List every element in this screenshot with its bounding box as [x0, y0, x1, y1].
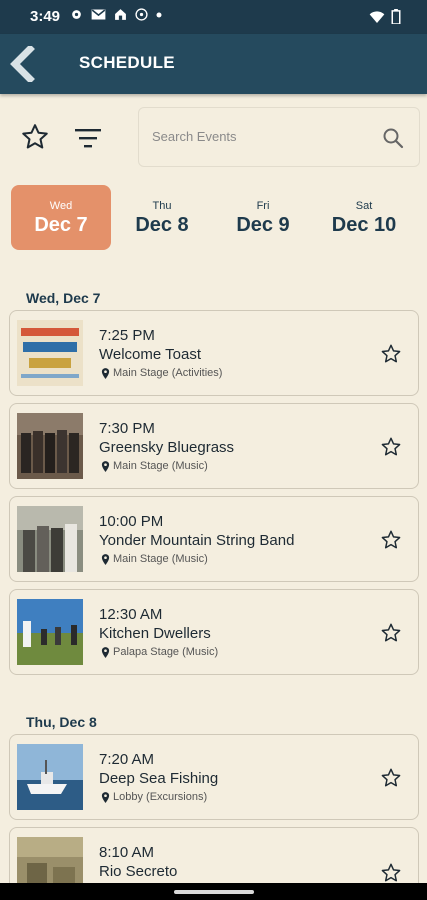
event-thumbnail — [17, 744, 83, 810]
event-thumbnail — [17, 413, 83, 479]
location-pin-icon — [101, 646, 110, 658]
day-tab-weekday: Wed — [49, 200, 73, 212]
star-outline-icon — [22, 124, 48, 149]
day-tab-dec-9[interactable]: Fri Dec 9 — [213, 185, 313, 250]
dot-status-icon — [156, 12, 162, 17]
day-tab-dec-10[interactable]: Sat Dec 10 — [314, 185, 414, 250]
event-thumbnail — [17, 506, 83, 572]
back-arrow-icon — [10, 44, 35, 84]
battery-icon — [391, 9, 401, 24]
event-name: Welcome Toast — [99, 346, 201, 363]
location-pin-icon — [101, 460, 110, 472]
event-time: 10:00 PM — [99, 513, 164, 530]
search-field[interactable]: Search Events — [138, 107, 420, 167]
event-thumbnail — [17, 599, 83, 665]
event-location-text: Lobby (Excursions) — [113, 791, 208, 803]
status-bar: 3:49 — [0, 0, 427, 34]
day-tab-date: Dec 8 — [135, 214, 189, 236]
event-name: Rio Secreto — [99, 863, 178, 880]
back-button[interactable] — [10, 44, 44, 84]
settings-status-icon — [72, 10, 81, 19]
star-outline-icon[interactable] — [380, 436, 402, 458]
event-location: Main Stage (Activities) — [101, 367, 222, 379]
event-name: Yonder Mountain String Band — [99, 532, 295, 549]
day-tab-date: Dec 10 — [331, 214, 397, 236]
search-placeholder: Search Events — [152, 129, 237, 144]
page-title: SCHEDULE — [79, 53, 175, 72]
star-outline-icon[interactable] — [380, 862, 402, 884]
home-gesture-handle[interactable] — [174, 890, 254, 894]
event-location: Main Stage (Music) — [101, 460, 208, 472]
event-card[interactable]: 7:30 PM Greensky Bluegrass Main Stage (M… — [9, 403, 419, 489]
system-navigation-bar — [0, 883, 427, 900]
search-icon — [383, 128, 404, 149]
event-time: 7:20 AM — [99, 751, 155, 768]
event-time: 8:10 AM — [99, 844, 155, 861]
event-location-text: Main Stage (Activities) — [113, 367, 223, 379]
event-name: Greensky Bluegrass — [99, 439, 235, 456]
section-header-dec-8: Thu, Dec 8 — [26, 714, 97, 730]
status-notification-icons — [70, 8, 162, 21]
event-location: Lobby (Excursions) — [101, 791, 207, 803]
day-tab-weekday: Fri — [256, 200, 270, 212]
mail-status-icon — [91, 9, 106, 20]
status-system-icons — [369, 9, 401, 24]
day-tab-dec-7[interactable]: Wed Dec 7 — [11, 185, 111, 250]
section-header-dec-7: Wed, Dec 7 — [26, 290, 101, 306]
filter-button[interactable] — [72, 124, 104, 152]
event-card[interactable]: 12:30 AM Kitchen Dwellers Palapa Stage (… — [9, 589, 419, 675]
event-location-text: Main Stage (Music) — [113, 460, 208, 472]
event-name: Deep Sea Fishing — [99, 770, 219, 787]
status-time: 3:49 — [30, 8, 61, 25]
event-time: 7:25 PM — [99, 327, 155, 344]
event-name: Kitchen Dwellers — [99, 625, 211, 642]
favorites-filter-button[interactable] — [20, 122, 50, 152]
event-location: Main Stage (Music) — [101, 553, 208, 565]
star-outline-icon[interactable] — [380, 343, 402, 365]
event-location: Palapa Stage (Music) — [101, 646, 218, 658]
day-tab-date: Dec 7 — [34, 214, 88, 236]
fan-status-icon — [135, 8, 148, 21]
star-outline-icon[interactable] — [380, 622, 402, 644]
event-thumbnail — [17, 320, 83, 386]
wifi-icon — [369, 10, 385, 23]
event-time: 7:30 PM — [99, 420, 155, 437]
event-card[interactable]: 7:25 PM Welcome Toast Main Stage (Activi… — [9, 310, 419, 396]
day-tab-weekday: Sat — [355, 200, 373, 212]
star-outline-icon[interactable] — [380, 529, 402, 551]
location-pin-icon — [101, 367, 110, 379]
day-tab-weekday: Thu — [152, 200, 172, 212]
location-pin-icon — [101, 553, 110, 565]
home-status-icon — [115, 9, 126, 20]
event-card[interactable]: 7:20 AM Deep Sea Fishing Lobby (Excursio… — [9, 734, 419, 820]
filter-icon — [75, 129, 101, 148]
event-time: 12:30 AM — [99, 606, 163, 623]
event-location-text: Main Stage (Music) — [113, 553, 208, 565]
app-header: SCHEDULE — [0, 34, 427, 94]
day-tab-dec-8[interactable]: Thu Dec 8 — [112, 185, 212, 250]
day-tab-date: Dec 9 — [236, 214, 290, 236]
star-outline-icon[interactable] — [380, 767, 402, 789]
event-card[interactable]: 10:00 PM Yonder Mountain String Band Mai… — [9, 496, 419, 582]
event-location-text: Palapa Stage (Music) — [113, 646, 219, 658]
location-pin-icon — [101, 791, 110, 803]
